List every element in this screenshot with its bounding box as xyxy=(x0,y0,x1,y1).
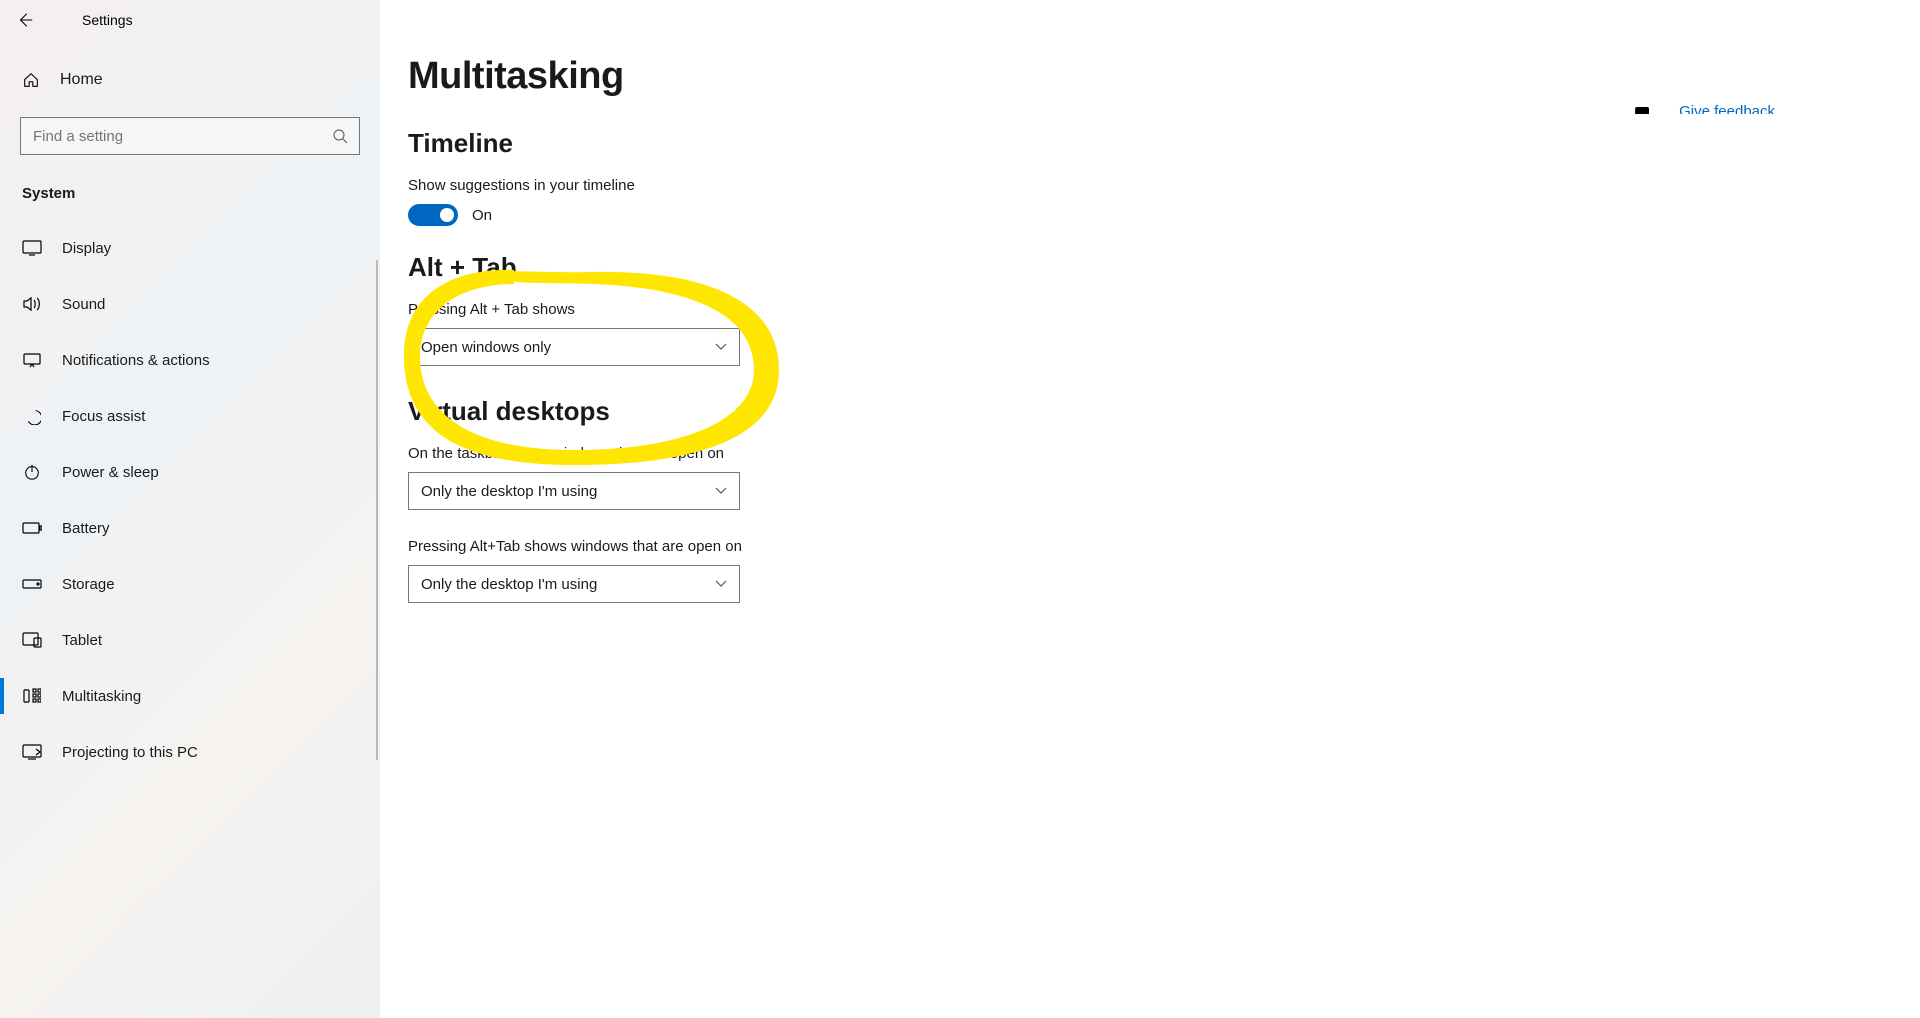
notifications-icon xyxy=(22,352,42,368)
display-icon xyxy=(22,240,42,256)
feedback-icon xyxy=(1635,107,1649,117)
timeline-toggle-state: On xyxy=(472,207,492,224)
sidebar-item-label: Display xyxy=(62,240,111,257)
section-alttab-heading: Alt + Tab xyxy=(408,252,1150,283)
alttab-combobox[interactable]: Open windows only xyxy=(408,328,740,366)
sidebar-item-power-sleep[interactable]: Power & sleep xyxy=(0,444,380,500)
feedback-label: Give feedback xyxy=(1679,103,1775,120)
sidebar-item-label: Battery xyxy=(62,520,110,537)
search-input[interactable] xyxy=(20,117,360,155)
alttab-combobox-value: Open windows only xyxy=(421,339,551,356)
home-label: Home xyxy=(60,71,103,89)
vdesk-alttab-label: Pressing Alt+Tab shows windows that are … xyxy=(408,538,1150,555)
projecting-icon xyxy=(22,744,42,760)
vdesk-alttab-combobox[interactable]: Only the desktop I'm using xyxy=(408,565,740,603)
focus-assist-icon xyxy=(22,407,42,425)
window-title: Settings xyxy=(50,12,133,28)
storage-icon xyxy=(22,579,42,589)
sidebar-scrollbar[interactable] xyxy=(376,260,378,760)
battery-icon xyxy=(22,522,42,534)
give-feedback-link[interactable]: Give feedback xyxy=(1635,103,1775,120)
home-icon xyxy=(22,71,40,89)
search-wrapper xyxy=(20,117,360,155)
sidebar-item-label: Projecting to this PC xyxy=(62,744,198,761)
chevron-down-icon xyxy=(715,343,727,351)
sidebar-item-battery[interactable]: Battery xyxy=(0,500,380,556)
home-button[interactable]: Home xyxy=(0,55,380,105)
power-icon xyxy=(22,463,42,481)
sidebar-item-label: Tablet xyxy=(62,632,102,649)
sidebar-item-label: Power & sleep xyxy=(62,464,159,481)
vdesk-alttab-value: Only the desktop I'm using xyxy=(421,576,597,593)
timeline-toggle-label: Show suggestions in your timeline xyxy=(408,177,1150,194)
sidebar-item-label: Multitasking xyxy=(62,688,141,705)
main-content: Multitasking Timeline Show suggestions i… xyxy=(380,0,1920,1018)
sidebar-item-display[interactable]: Display xyxy=(0,220,380,276)
sidebar-item-focus-assist[interactable]: Focus assist xyxy=(0,388,380,444)
sidebar-item-sound[interactable]: Sound xyxy=(0,276,380,332)
sidebar-group-system: System xyxy=(0,173,380,220)
section-vdesk-heading: Virtual desktops xyxy=(408,396,1150,427)
tablet-icon xyxy=(22,632,42,648)
vdesk-taskbar-combobox[interactable]: Only the desktop I'm using xyxy=(408,472,740,510)
sidebar-item-label: Focus assist xyxy=(62,408,145,425)
sidebar-item-label: Notifications & actions xyxy=(62,352,210,369)
chevron-down-icon xyxy=(715,580,727,588)
back-button[interactable] xyxy=(0,0,50,40)
sidebar-item-notifications[interactable]: Notifications & actions xyxy=(0,332,380,388)
timeline-toggle[interactable] xyxy=(408,204,458,226)
alttab-label: Pressing Alt + Tab shows xyxy=(408,301,1150,318)
page-title: Multitasking xyxy=(408,55,1150,98)
timeline-toggle-row: On xyxy=(408,204,1150,226)
sidebar-item-label: Storage xyxy=(62,576,115,593)
section-timeline-heading: Timeline xyxy=(408,128,1150,159)
multitasking-icon xyxy=(22,688,42,704)
sidebar-item-multitasking[interactable]: Multitasking xyxy=(0,668,380,724)
vdesk-taskbar-label: On the taskbar, show windows that are op… xyxy=(408,445,1150,462)
sidebar-item-projecting[interactable]: Projecting to this PC xyxy=(0,724,380,780)
sidebar-item-storage[interactable]: Storage xyxy=(0,556,380,612)
sidebar-item-label: Sound xyxy=(62,296,105,313)
toggle-thumb xyxy=(440,208,454,222)
chevron-down-icon xyxy=(715,487,727,495)
vdesk-taskbar-value: Only the desktop I'm using xyxy=(421,483,597,500)
sound-icon xyxy=(22,296,42,312)
sidebar: Home System Display Sound xyxy=(0,0,380,1018)
sidebar-item-tablet[interactable]: Tablet xyxy=(0,612,380,668)
